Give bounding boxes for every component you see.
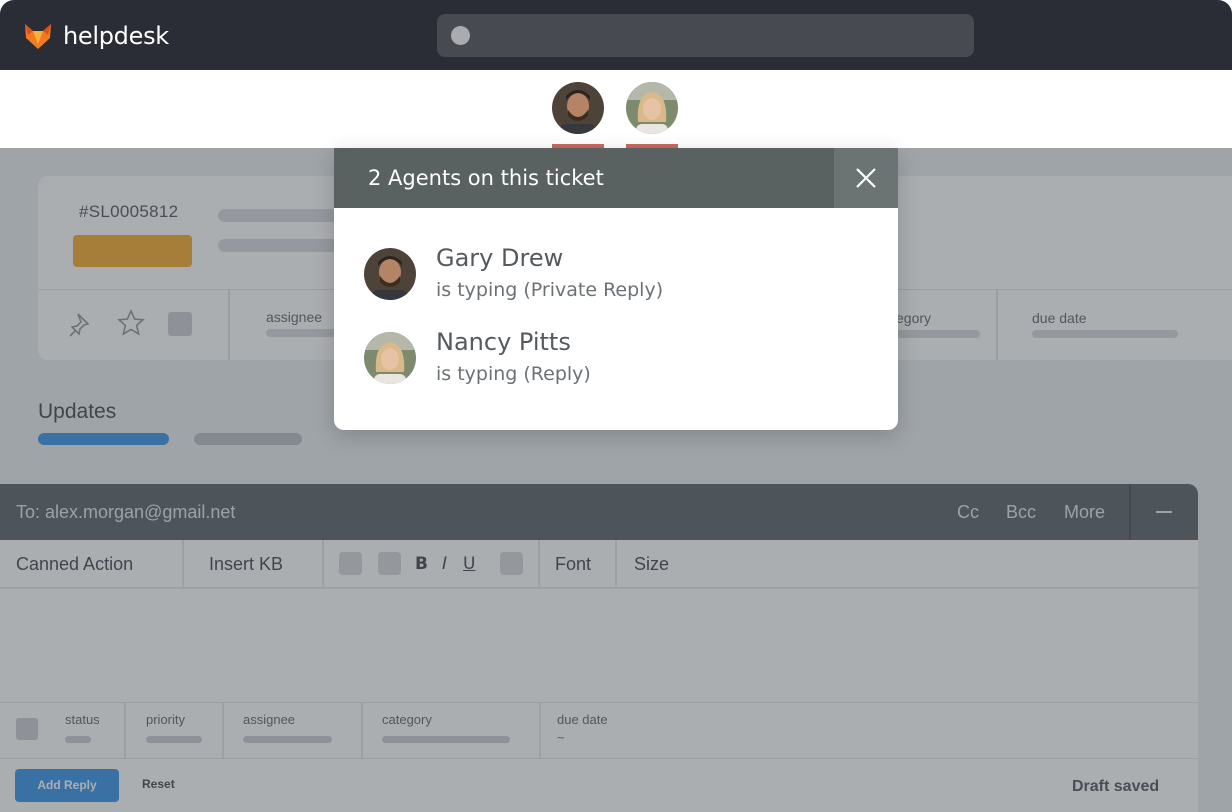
agent-avatar: [364, 248, 416, 300]
agent-status: is typing (Reply): [436, 363, 591, 385]
close-icon: [856, 168, 876, 188]
agent-avatar: [364, 332, 416, 384]
agents-modal: 2 Agents on this ticket Gary Drew is typ…: [334, 148, 898, 430]
agent-name: Gary Drew: [436, 244, 564, 272]
avatar-photo-icon: [552, 82, 604, 134]
avatar-photo-icon: [364, 332, 416, 384]
fox-logo-icon[interactable]: [24, 22, 52, 50]
brand-name: helpdesk: [63, 22, 169, 50]
agent-status: is typing (Private Reply): [436, 279, 664, 301]
agent-name: Nancy Pitts: [436, 328, 571, 356]
avatar-photo-icon: [626, 82, 678, 134]
active-agents-strip: [0, 70, 1232, 148]
top-bar: helpdesk: [0, 0, 1232, 70]
agent-avatar-gary[interactable]: [552, 82, 604, 134]
search-input[interactable]: [437, 14, 974, 57]
modal-title: 2 Agents on this ticket: [368, 166, 604, 190]
agent-avatar-nancy[interactable]: [626, 82, 678, 134]
search-icon: [451, 26, 470, 45]
close-button[interactable]: [834, 148, 898, 208]
avatar-photo-icon: [364, 248, 416, 300]
modal-header: 2 Agents on this ticket: [334, 148, 898, 208]
